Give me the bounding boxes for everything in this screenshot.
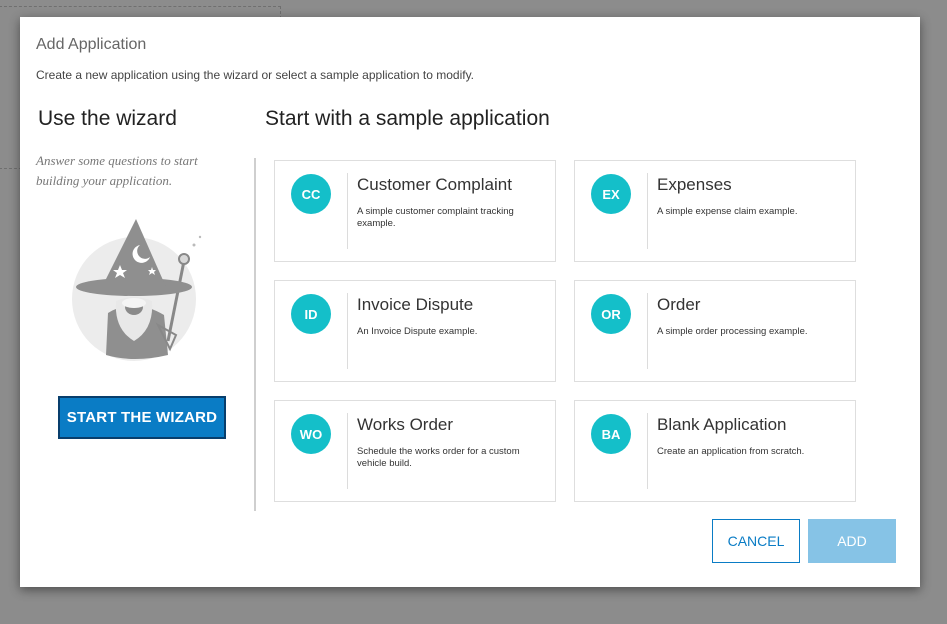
sample-card-order[interactable]: OR Order A simple order processing examp… xyxy=(574,280,856,382)
card-description: A simple customer complaint tracking exa… xyxy=(357,206,514,229)
card-title: Invoice Dispute xyxy=(357,295,474,314)
card-title: Customer Complaint xyxy=(357,175,512,194)
card-separator xyxy=(647,173,648,249)
card-description: Create an application from scratch. xyxy=(657,446,805,457)
card-description: Schedule the works order for a custom ve… xyxy=(357,446,520,469)
card-separator xyxy=(347,413,348,489)
card-badge: EX xyxy=(591,174,631,214)
sample-card-blank-application[interactable]: BA Blank Application Create an applicati… xyxy=(574,400,856,502)
card-badge: BA xyxy=(591,414,631,454)
card-badge: WO xyxy=(291,414,331,454)
wizard-icon xyxy=(72,219,202,361)
add-button[interactable]: ADD xyxy=(808,519,896,563)
card-badge: ID xyxy=(291,294,331,334)
start-wizard-button[interactable]: START THE WIZARD xyxy=(58,396,226,439)
wizard-heading: Use the wizard xyxy=(38,107,177,130)
card-separator xyxy=(647,413,648,489)
dialog-title: Add Application xyxy=(36,36,147,53)
card-description: A simple expense claim example. xyxy=(657,206,798,217)
cancel-button[interactable]: CANCEL xyxy=(712,519,800,563)
card-description: An Invoice Dispute example. xyxy=(357,326,478,337)
card-separator xyxy=(647,293,648,369)
samples-heading: Start with a sample application xyxy=(265,107,550,130)
card-badge: CC xyxy=(291,174,331,214)
card-title: Expenses xyxy=(657,175,732,194)
card-title: Blank Application xyxy=(657,415,787,434)
dialog-subtitle: Create a new application using the wizar… xyxy=(36,68,475,82)
sample-card-expenses[interactable]: EX Expenses A simple expense claim examp… xyxy=(574,160,856,262)
card-separator xyxy=(347,293,348,369)
card-title: Order xyxy=(657,295,701,314)
add-application-dialog: Add Application Create a new application… xyxy=(20,17,920,587)
sample-card-customer-complaint[interactable]: CC Customer Complaint A simple customer … xyxy=(274,160,556,262)
card-description: A simple order processing example. xyxy=(657,326,808,337)
sample-card-works-order[interactable]: WO Works Order Schedule the works order … xyxy=(274,400,556,502)
card-separator xyxy=(347,173,348,249)
sample-card-invoice-dispute[interactable]: ID Invoice Dispute An Invoice Dispute ex… xyxy=(274,280,556,382)
card-title: Works Order xyxy=(357,415,454,434)
vertical-divider xyxy=(254,158,256,511)
card-badge: OR xyxy=(591,294,631,334)
wizard-description: Answer some questions to start building … xyxy=(36,153,198,188)
